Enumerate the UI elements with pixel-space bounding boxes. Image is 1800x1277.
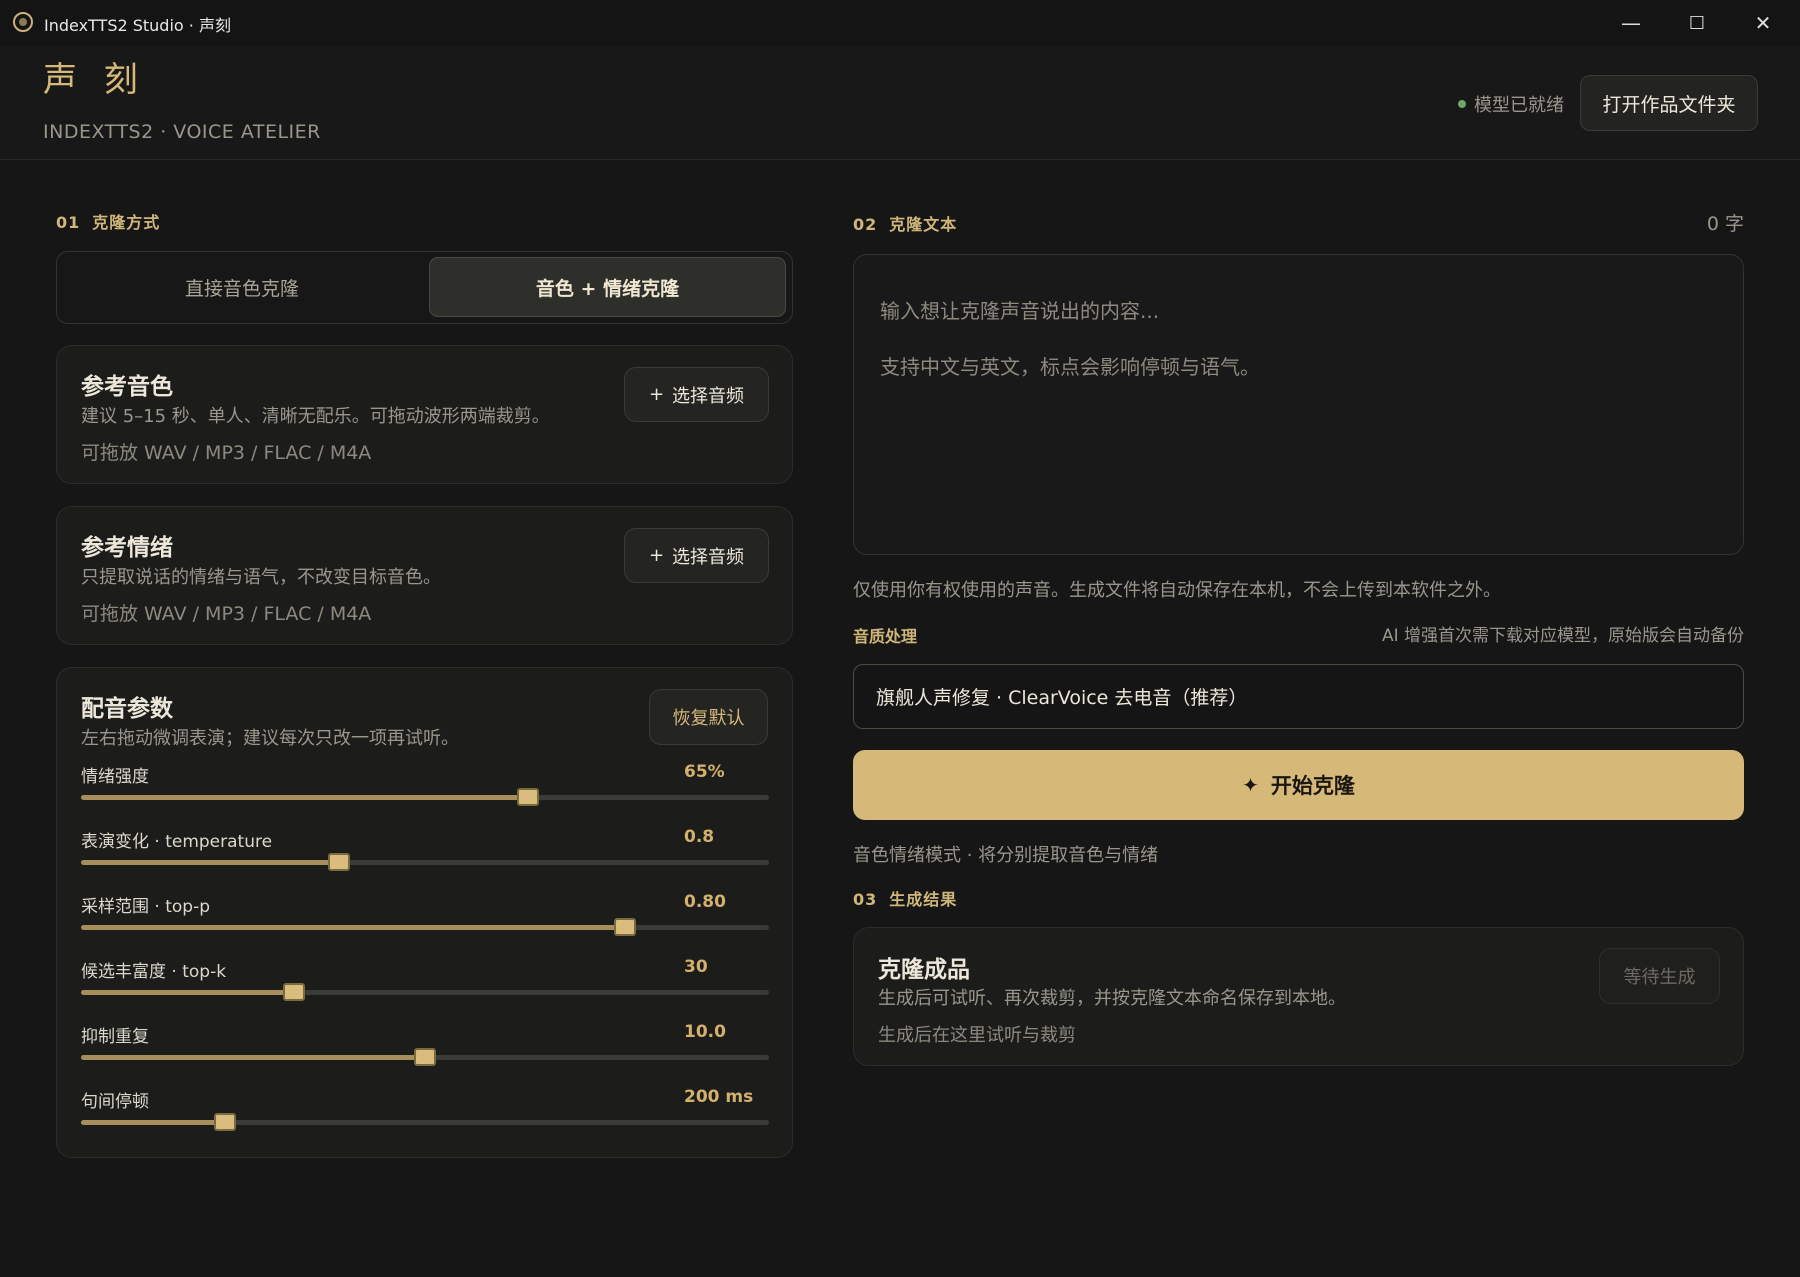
slider-thumb[interactable]	[614, 918, 636, 936]
button-label: 选择音频	[672, 546, 745, 568]
reference-voice-title: 参考音色	[81, 374, 173, 400]
select-emotion-audio-button[interactable]: + 选择音频	[624, 528, 769, 583]
param-value: 65%	[684, 762, 725, 782]
waiting-badge: 等待生成	[1599, 948, 1720, 1004]
plus-icon: +	[648, 384, 665, 405]
param-value: 200 ms	[684, 1087, 754, 1107]
char-count: 0 字	[1706, 213, 1744, 235]
title-bar	[0, 0, 1800, 46]
param-value: 10.0	[684, 1022, 726, 1042]
result-card-sub: 生成后在这里试听与裁剪	[878, 1025, 1076, 1046]
param-label: 抑制重复	[81, 1027, 149, 1047]
params-desc: 左右拖动微调表演；建议每次只改一项再试听。	[81, 728, 459, 749]
quality-select[interactable]: 旗舰人声修复 · ClearVoice 去电音（推荐）	[853, 664, 1744, 729]
params-title: 配音参数	[81, 696, 173, 722]
section-title: 克隆文本	[889, 215, 958, 234]
section-title: 生成结果	[889, 890, 958, 909]
slider-thumb[interactable]	[517, 788, 539, 806]
model-status: 模型已就绪	[1474, 95, 1564, 116]
slider-fill	[81, 1120, 225, 1125]
section-result-header: 03 生成结果	[853, 886, 957, 910]
reference-voice-formats: 可拖放 WAV / MP3 / FLAC / M4A	[81, 442, 372, 464]
slider-fill	[81, 860, 339, 865]
param-value: 30	[684, 957, 708, 977]
app-icon	[13, 12, 33, 32]
reference-emotion-title: 参考情绪	[81, 535, 173, 561]
section-number: 01	[56, 213, 81, 232]
tab-voice-emotion-clone[interactable]: 音色 + 情绪克隆	[429, 257, 786, 317]
brand-title: 声 刻	[43, 60, 146, 100]
section-clone-mode-header: 01 克隆方式	[56, 209, 160, 233]
status-dot-icon	[1458, 100, 1466, 108]
slider-fill	[81, 1055, 425, 1060]
plus-icon: +	[648, 545, 665, 566]
open-folder-button[interactable]: 打开作品文件夹	[1580, 75, 1758, 131]
param-value: 0.8	[684, 827, 715, 847]
reset-defaults-button[interactable]: 恢复默认	[649, 689, 768, 745]
slider-thumb[interactable]	[328, 853, 350, 871]
reference-emotion-formats: 可拖放 WAV / MP3 / FLAC / M4A	[81, 603, 372, 625]
param-label: 句间停顿	[81, 1092, 149, 1112]
slider-thumb[interactable]	[414, 1048, 436, 1066]
result-card-desc: 生成后可试听、再次裁剪，并按克隆文本命名保存到本地。	[878, 988, 1346, 1009]
param-label: 情绪强度	[81, 767, 149, 787]
section-title: 克隆方式	[92, 213, 161, 232]
param-label: 表演变化 · temperature	[81, 832, 273, 852]
start-clone-button[interactable]: ✦ 开始克隆	[853, 750, 1744, 820]
result-card-title: 克隆成品	[878, 957, 970, 983]
clone-text-input[interactable]: 输入想让克隆声音说出的内容... 支持中文与英文，标点会影响停顿与语气。	[853, 254, 1744, 555]
slider-fill	[81, 795, 528, 800]
minimize-button[interactable]: —	[1599, 0, 1663, 46]
slider-thumb[interactable]	[283, 983, 305, 1001]
reference-emotion-desc: 只提取说话的情绪与语气，不改变目标音色。	[81, 567, 441, 588]
close-button[interactable]: ✕	[1731, 0, 1795, 46]
slider-fill	[81, 990, 294, 995]
slider-thumb[interactable]	[214, 1113, 236, 1131]
section-clone-text-header: 02 克隆文本	[853, 211, 957, 235]
maximize-button[interactable]: ☐	[1665, 0, 1729, 46]
select-voice-audio-button[interactable]: + 选择音频	[624, 367, 769, 422]
section-number: 02	[853, 215, 878, 234]
mode-hint: 音色情绪模式 · 将分别提取音色与情绪	[853, 845, 1159, 866]
privacy-note: 仅使用你有权使用的声音。生成文件将自动保存在本机，不会上传到本软件之外。	[853, 580, 1501, 601]
brand-subtitle: INDEXTTS2 · VOICE ATELIER	[43, 121, 321, 143]
quality-label: 音质处理	[853, 627, 918, 646]
quality-hint: AI 增强首次需下载对应模型，原始版会自动备份	[1381, 626, 1744, 646]
param-value: 0.80	[684, 892, 726, 912]
param-label: 采样范围 · top-p	[81, 897, 210, 917]
button-label: 选择音频	[672, 385, 745, 407]
slider-fill	[81, 925, 625, 930]
window-title: IndexTTS2 Studio · 声刻	[44, 16, 231, 35]
param-label: 候选丰富度 · top-k	[81, 962, 227, 982]
tab-direct-clone[interactable]: 直接音色克隆	[60, 256, 424, 318]
start-clone-label: 开始克隆	[1270, 774, 1355, 798]
reference-voice-desc: 建议 5–15 秒、单人、清晰无配乐。可拖动波形两端裁剪。	[81, 406, 550, 427]
sparkle-icon: ✦	[1242, 773, 1259, 797]
section-number: 03	[853, 890, 878, 909]
